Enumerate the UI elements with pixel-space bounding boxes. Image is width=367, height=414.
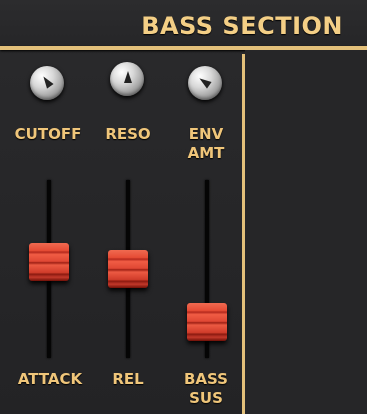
reso-label: RESO [105,125,151,143]
env-amt-label: ENV AMT [187,125,225,162]
bass-section-panel: BASS SECTION CUTOFF RESO ENV AMT ATTACK … [0,0,367,414]
knob-pointer-icon [40,74,54,89]
bass-sus-label: BASS SUS [184,370,228,407]
rel-label: REL [112,370,144,388]
attack-fader-handle[interactable] [29,243,69,281]
cutoff-label: CUTOFF [14,125,82,143]
reso-knob[interactable] [110,62,144,96]
empty-panel-area [245,50,367,414]
attack-label: ATTACK [17,370,83,388]
rel-fader-handle[interactable] [108,250,148,288]
bass-sus-fader-handle[interactable] [187,303,227,342]
cutoff-knob[interactable] [30,66,64,100]
section-title: BASS SECTION [141,12,343,40]
env-amt-knob[interactable] [188,66,222,100]
section-header: BASS SECTION [0,0,367,46]
knob-pointer-icon [124,71,132,83]
knob-pointer-icon [197,75,212,89]
